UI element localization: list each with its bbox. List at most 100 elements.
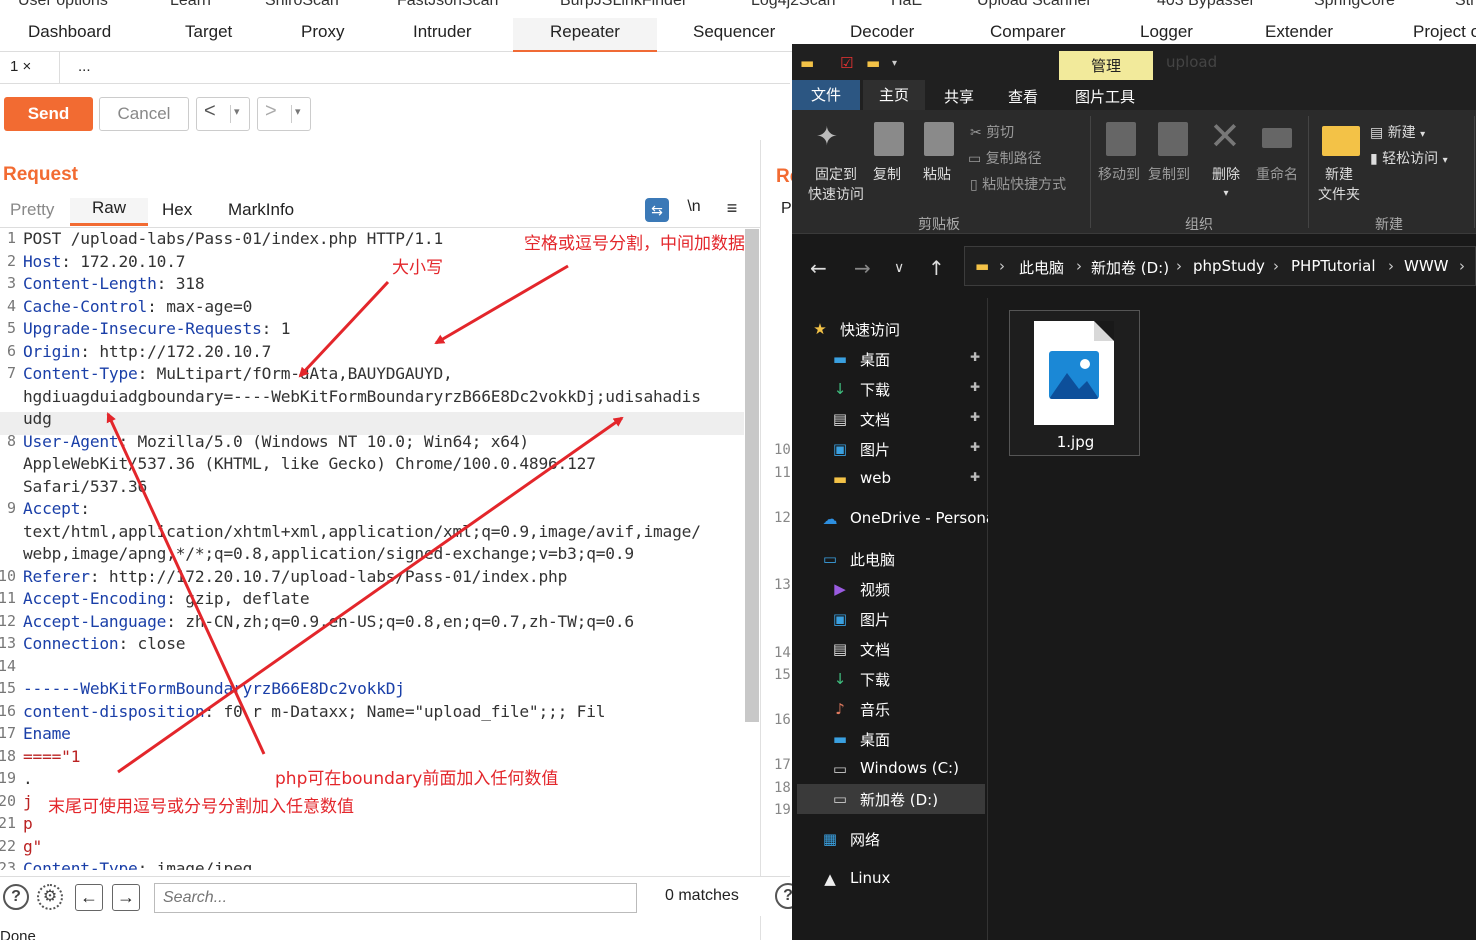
next-match-button[interactable]: → [112,884,140,911]
tab-manage[interactable]: 管理 [1059,51,1153,81]
tab-picture-tools[interactable]: 图片工具 [1075,86,1135,107]
tab-repeater[interactable]: Repeater [513,18,657,53]
search-input[interactable] [154,883,637,913]
send-button[interactable]: Send [4,97,93,131]
tab-dashboard[interactable]: Dashboard [28,22,111,42]
nav-item[interactable]: ☁ OneDrive - Persona [792,504,989,534]
repeater-tab-1[interactable]: 1 × [0,52,60,84]
tab-home[interactable]: 主页 [863,80,926,110]
move-to-button[interactable]: 移动到 [1098,164,1140,184]
properties-icon[interactable]: ☑ [840,54,853,72]
nav-item[interactable]: ↓ 下载 [792,664,988,694]
newline-icon[interactable]: \n [682,198,706,222]
tab-str[interactable]: Str [1455,0,1475,10]
help-icon[interactable]: ? [3,884,29,910]
folder-icon[interactable]: ▬ [800,54,814,72]
breadcrumb-www[interactable]: WWW [1404,257,1449,275]
address-bar[interactable]: ▬ › 此电脑 › 新加卷 (D:) › phpStudy › PHPTutor… [964,246,1476,286]
nav-item[interactable]: ▦ 网络 [792,824,988,854]
nav-item[interactable]: ▭ Windows (C:) [792,754,988,784]
cancel-button[interactable]: Cancel [99,97,189,131]
forward-button[interactable]: > ▾ [257,97,311,131]
customize-toolbar-icon[interactable]: ▾ [892,58,897,69]
response-tab-pretty[interactable]: P [781,200,792,218]
pane-divider[interactable] [760,140,761,940]
new-folder-icon[interactable]: ▬ [866,54,880,72]
recent-locations-icon[interactable]: ∨ [894,260,904,276]
pin-to-quick-access-button[interactable]: 固定到 快速访问 [808,164,864,204]
chevron-down-icon[interactable]: ▾ [230,105,240,123]
breadcrumb-this-pc[interactable]: 此电脑 [1019,257,1064,278]
tab-view[interactable]: 查看 [1008,86,1038,107]
editor-scrollbar[interactable] [745,229,759,722]
tab-hae[interactable]: HaE [891,0,922,10]
tab-shiroscan[interactable]: ShiroScan [265,0,339,10]
tab-share[interactable]: 共享 [944,86,974,107]
gear-icon[interactable]: ⚙ [37,884,63,910]
menu-icon[interactable]: ≡ [720,198,744,222]
delete-button[interactable]: 删除 ▾ [1212,164,1240,200]
file-item[interactable]: 1.jpg [1009,310,1140,456]
nav-item[interactable]: ▣ 图片 [792,604,988,634]
nav-item[interactable]: ▲ Linux [792,864,988,894]
pin-icon[interactable]: ✚ [970,350,980,364]
back-icon[interactable]: ← [810,256,827,280]
nav-item[interactable]: ▬ 桌面 ✚ [792,344,988,374]
tab-proxy[interactable]: Proxy [301,22,344,42]
tab-learn[interactable]: Learn [170,0,211,10]
tab-intruder[interactable]: Intruder [413,22,472,42]
pin-icon[interactable]: ✚ [970,380,980,394]
nav-item[interactable]: ▣ 图片 ✚ [792,434,988,464]
tab-file[interactable]: 文件 [792,80,860,110]
up-icon[interactable]: ↑ [928,256,945,280]
tab-pretty[interactable]: Pretty [10,200,54,220]
tab-comparer[interactable]: Comparer [990,22,1066,42]
pin-icon[interactable]: ✚ [970,470,980,484]
nav-item[interactable]: ▬ 桌面 [792,724,988,754]
tab-403-bypasser[interactable]: 403 Bypasser [1157,0,1255,10]
nav-item[interactable]: ♪ 音乐 [792,694,988,724]
tab-logger[interactable]: Logger [1140,22,1193,42]
tab-log4j2scan[interactable]: Log4j2Scan [751,0,836,10]
tab-markinfo[interactable]: MarkInfo [228,200,294,220]
wrap-icon[interactable]: ⇆ [645,198,669,222]
tab-upload-scanner[interactable]: Upload Scanner [977,0,1092,10]
repeater-tab-more[interactable]: ... [68,52,101,84]
chevron-down-icon[interactable]: ▾ [291,105,301,123]
tab-sequencer[interactable]: Sequencer [693,22,775,42]
cut-button[interactable]: ✂ 剪切 [970,122,1014,142]
back-button[interactable]: < ▾ [196,97,250,131]
tab-project-options[interactable]: Project o [1413,22,1476,42]
easy-access-button[interactable]: ▮ 轻松访问 ▾ [1370,148,1448,168]
paste-button[interactable]: 粘贴 [923,164,951,184]
nav-item[interactable]: ↓ 下载 ✚ [792,374,988,404]
copy-button[interactable]: 复制 [873,164,901,184]
tab-fastjsonscan[interactable]: FastJsonScan [397,0,498,10]
breadcrumb-phpstudy[interactable]: phpStudy [1193,257,1265,275]
nav-item[interactable]: ▭ 新加卷 (D:) [797,784,985,814]
paste-shortcut-button[interactable]: ▯ 粘贴快捷方式 [970,174,1066,194]
new-folder-button[interactable]: 新建 文件夹 [1318,164,1360,204]
tab-hex[interactable]: Hex [162,200,192,220]
nav-item[interactable]: ▬ web ✚ [792,464,988,494]
tab-raw[interactable]: Raw [70,198,149,226]
pin-icon[interactable]: ✚ [970,440,980,454]
tab-decoder[interactable]: Decoder [850,22,914,42]
tab-burpjslinkfinder[interactable]: BurpJSLinkFinder [560,0,687,10]
previous-match-button[interactable]: ← [75,884,103,911]
tab-user-options[interactable]: User options [18,0,108,10]
tab-extender[interactable]: Extender [1265,22,1333,42]
breadcrumb-phptutorial[interactable]: PHPTutorial [1291,257,1376,275]
copy-path-button[interactable]: ▭ 复制路径 [968,148,1042,168]
tab-target[interactable]: Target [185,22,232,42]
nav-item[interactable]: ★ 快速访问 [792,314,988,344]
nav-item[interactable]: ▶ 视频 [792,574,988,604]
pin-icon[interactable]: ✚ [970,410,980,424]
breadcrumb-drive-d[interactable]: 新加卷 (D:) [1091,257,1169,278]
nav-item[interactable]: ▤ 文档 [792,634,988,664]
new-item-button[interactable]: ▤ 新建 ▾ [1370,122,1425,142]
nav-item[interactable]: ▤ 文档 ✚ [792,404,988,434]
tab-springcore[interactable]: SpringCore [1314,0,1395,10]
copy-to-button[interactable]: 复制到 [1148,164,1190,184]
rename-button[interactable]: 重命名 [1256,164,1298,184]
